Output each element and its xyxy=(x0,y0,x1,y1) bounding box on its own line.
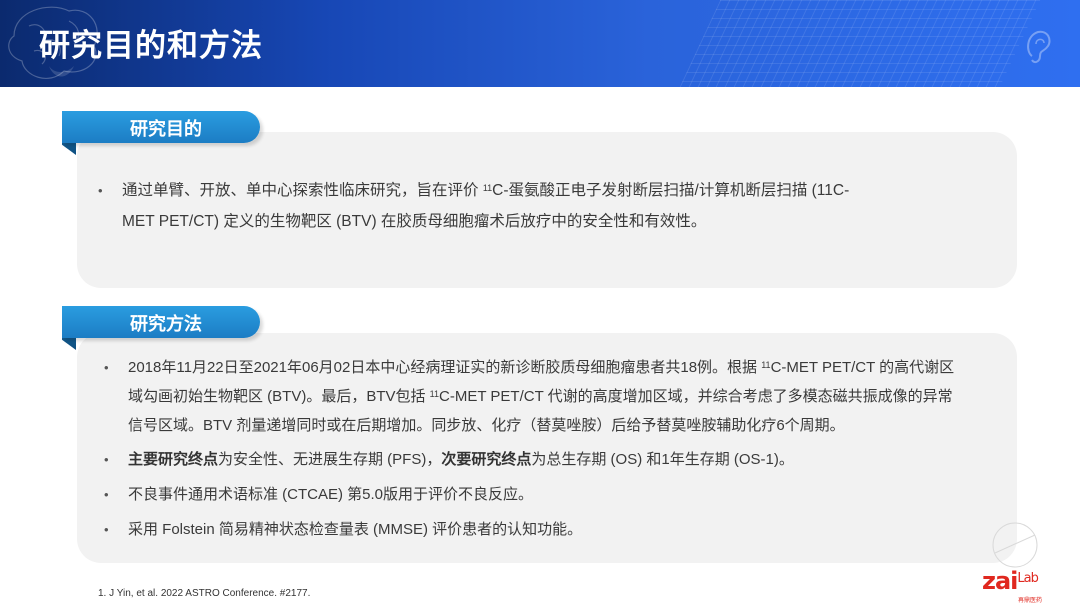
zailab-logo: zaiLab 再鼎医药 xyxy=(982,568,1072,604)
secondary-endpoint-text: 为总生存期 (OS) 和1年生存期 (OS-1)。 xyxy=(531,451,794,468)
list-item: • 2018年11月22日至2021年06月02日本中心经病理证实的新诊断胶质母… xyxy=(104,353,1008,440)
page-title: 研究目的和方法 xyxy=(39,28,263,64)
methods-list: • 2018年11月22日至2021年06月02日本中心经病理证实的新诊断胶质母… xyxy=(104,353,1008,550)
methods-b1-l3: 信号区域。BTV 剂量递增同时或在后期增加。同步放、化疗（替莫唑胺）后给予替莫唑… xyxy=(128,417,845,434)
bullet-marker: • xyxy=(104,360,109,375)
methods-b4: 采用 Folstein 简易精神状态检查量表 (MMSE) 评价患者的认知功能。 xyxy=(128,521,583,538)
list-item: • 通过单臂、开放、单中心探索性临床研究，旨在评价 11C-蛋氨酸正电子发射断层… xyxy=(98,175,992,237)
corner-decoration xyxy=(992,522,1038,568)
bullet-marker: • xyxy=(104,487,109,502)
secondary-endpoint-label: 次要研究终点 xyxy=(441,451,532,468)
header-grid-pattern xyxy=(679,0,1041,87)
list-item: • 主要研究终点为安全性、无进展生存期 (PFS)，次要研究终点为总生存期 (O… xyxy=(104,445,1008,474)
superscript-11: 11 xyxy=(761,360,771,370)
logo-main-text: zai xyxy=(982,567,1018,595)
methods-b3: 不良事件通用术语标准 (CTCAE) 第5.0版用于评价不良反应。 xyxy=(128,486,534,503)
ear-icon xyxy=(1027,30,1051,64)
header-banner: 研究目的和方法 xyxy=(0,0,1080,87)
lips-icon xyxy=(49,66,74,77)
logo-subtitle: 再鼎医药 xyxy=(1018,598,1043,604)
objective-list: • 通过单臂、开放、单中心探索性临床研究，旨在评价 11C-蛋氨酸正电子发射断层… xyxy=(98,175,992,237)
section-title-objective: 研究目的 xyxy=(130,119,202,140)
bullet-marker: • xyxy=(98,183,103,198)
objective-text-1b: C-蛋氨酸正电子发射断层扫描/计算机断层扫描 (11C- xyxy=(492,182,850,199)
list-item: • 不良事件通用术语标准 (CTCAE) 第5.0版用于评价不良反应。 xyxy=(104,480,1008,509)
footnote-reference: 1. J Yin, et al. 2022 ASTRO Conference. … xyxy=(98,588,311,599)
methods-b1-l1b: C-MET PET/CT 的高代谢区 xyxy=(770,359,955,376)
section-title-methods: 研究方法 xyxy=(130,314,202,335)
primary-endpoint-text: 为安全性、无进展生存期 (PFS)， xyxy=(218,451,442,468)
superscript-11: 11 xyxy=(482,183,493,193)
bullet-marker: • xyxy=(104,452,109,467)
list-item: • 采用 Folstein 简易精神状态检查量表 (MMSE) 评价患者的认知功… xyxy=(104,515,1008,544)
primary-endpoint-label: 主要研究终点 xyxy=(128,451,219,468)
methods-b1-l1a: 2018年11月22日至2021年06月02日本中心经病理证实的新诊断胶质母细胞… xyxy=(128,359,762,376)
objective-text-1a: 通过单臂、开放、单中心探索性临床研究，旨在评价 xyxy=(122,182,483,199)
objective-text-2: MET PET/CT) 定义的生物靶区 (BTV) 在胶质母细胞瘤术后放疗中的安… xyxy=(122,213,707,230)
logo-lab-text: Lab xyxy=(1017,571,1038,586)
superscript-11: 11 xyxy=(429,389,440,399)
bullet-marker: • xyxy=(104,522,109,537)
methods-b1-l2b: C-MET PET/CT 代谢的高度增加区域，并综合考虑了多模态磁共振成像的异常 xyxy=(439,388,953,405)
methods-b1-l2a: 域勾画初始生物靶区 (BTV)。最后，BTV包括 xyxy=(128,388,430,405)
